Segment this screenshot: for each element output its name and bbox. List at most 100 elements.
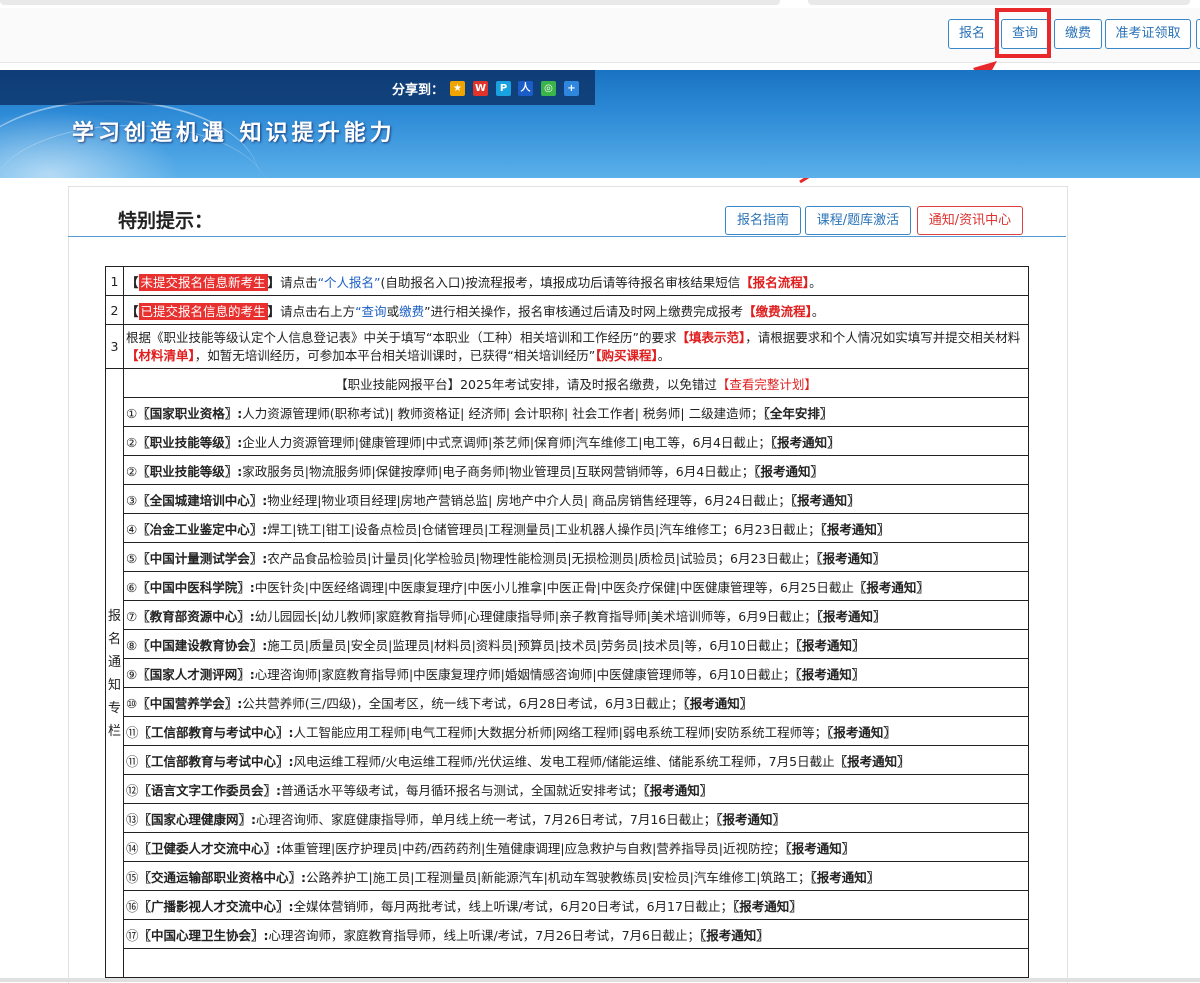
section-link[interactable]: 〖报考通知〗 xyxy=(835,754,910,769)
section-content: ⑭〖卫健委人才交流中心〗:体重管理|医疗护理员|中药/西药药剂|生殖健康调理|应… xyxy=(123,832,1029,862)
wechat-share-icon[interactable]: ◎ xyxy=(541,81,556,96)
section-content: ⑬〖国家心理健康网〗:心理咨询师、家庭健康指导师，单月线上统一考试，7月26日考… xyxy=(123,803,1029,833)
personal-registration-link[interactable]: “个人报名” xyxy=(318,275,381,290)
section-org: 〖工信部教育与考试中心〗: xyxy=(138,753,294,769)
section-link[interactable]: 〖报考通知〗 xyxy=(821,522,890,537)
section-link[interactable]: 〖报考通知〗 xyxy=(827,725,896,740)
section-content: ⑩〖中国营养学会〗:公共营养师(三/四级)，全国考区，统一线下考试，6月28日考… xyxy=(123,687,1029,717)
section-row: ⑯〖广播影视人才交流中心〗:全媒体营销师，每月两批考试，线上听课/考试，6月20… xyxy=(106,890,1029,920)
section-link[interactable]: 〖报考通知〗 xyxy=(811,870,880,885)
section-content: ⑦〖教育部资源中心〗:幼儿园园长|幼儿教师|家庭教育指导师|心理健康指导师|亲子… xyxy=(123,600,1029,630)
section-link[interactable]: 〖报考通知〗 xyxy=(733,899,802,914)
section-link[interactable]: 〖报考通知〗 xyxy=(817,609,886,624)
course-activation-button[interactable]: 课程/题库激活 xyxy=(805,206,911,235)
section-row: ⑨〖国家人才测评网〗:心理咨询师|家庭教育指导师|中医康复理疗师|婚姻情感咨询师… xyxy=(106,658,1029,688)
section-org: 〖中国建设教育协会〗: xyxy=(137,637,268,653)
weibo-share-icon[interactable]: W xyxy=(473,81,488,96)
section-row: ⑪〖工信部教育与考试中心〗:风电运维工程师/火电运维工程师/光伏运维、发电工程师… xyxy=(106,745,1029,775)
notice-content: 【已提交报名信息的考生 】请点击右上方“查询或缴费”进行相关操作，报名审核通过后请… xyxy=(123,295,1029,325)
section-text: 心理咨询师、家庭健康指导师，单月线上统一考试，7月26日考试，7月16日截止； xyxy=(256,811,717,827)
section-org: 〖职业技能等级〗: xyxy=(137,434,243,450)
admission-ticket-button[interactable]: 准考证领取 xyxy=(1105,19,1191,49)
notice-content: 【未提交报名信息新考生 】请点击“个人报名”(自助报名入口)按流程报考，填报成功后… xyxy=(123,266,1029,296)
section-link[interactable]: 〖报考通知〗 xyxy=(796,638,865,653)
section-row: ⑮〖交通运输部职业资格中心〗:公路养护工|施工员|工程测量员|新能源汽车|机动车… xyxy=(106,861,1029,891)
section-row: ⑥〖中国中医科学院〗:中医针灸|中医经络调理|中医康复理疗|中医小儿推拿|中医正… xyxy=(106,571,1029,601)
registration-guide-button[interactable]: 报名指南 xyxy=(725,206,801,235)
panel-divider xyxy=(68,236,1066,237)
section-mark: ⑪ xyxy=(126,753,139,769)
section-link[interactable]: 〖报考通知〗 xyxy=(791,493,860,508)
section-link[interactable]: 〖报考通知〗 xyxy=(786,841,855,856)
section-org: 〖冶金工业鉴定中心〗: xyxy=(137,521,268,537)
more-button-partial[interactable] xyxy=(1196,19,1200,49)
section-link[interactable]: 〖报考通知〗 xyxy=(795,667,864,682)
panel-title: 特别提示： xyxy=(118,210,214,232)
section-mark: ④ xyxy=(126,521,138,537)
section-content: ⑨〖国家人才测评网〗:心理咨询师|家庭教育指导师|中医康复理疗师|婚姻情感咨询师… xyxy=(123,658,1029,688)
section-mark: ③ xyxy=(126,492,138,508)
section-row: ⑰〖中国心理卫生协会〗:心理咨询师，家庭教育指导师，线上听课/考试，7月26日考… xyxy=(106,919,1029,949)
section-link[interactable]: 〖报考通知〗 xyxy=(754,464,823,479)
section-org: 〖中国营养学会〗: xyxy=(137,695,243,711)
section-link[interactable]: 〖报考通知〗 xyxy=(854,580,929,595)
pengyou-share-icon[interactable]: P xyxy=(496,81,511,96)
section-mark: ⑨ xyxy=(126,666,138,682)
renren-share-icon[interactable]: 人 xyxy=(518,81,533,96)
section-row: ④〖冶金工业鉴定中心〗:焊工|铣工|钳工|设备点检员|仓储管理员|工程测量员|工… xyxy=(106,513,1029,543)
section-link[interactable]: 〖报考通知〗 xyxy=(644,783,713,798)
section-row-empty xyxy=(106,948,1029,978)
notice-number: 2 xyxy=(104,295,125,325)
more-share-icon[interactable]: + xyxy=(564,81,579,96)
section-org: 〖国家职业资格〗: xyxy=(137,405,243,421)
news-center-button[interactable]: 通知/资讯中心 xyxy=(917,206,1023,235)
payment-link[interactable]: 缴费 xyxy=(399,304,424,319)
section-mark: ⑪ xyxy=(126,724,139,740)
section-org: 〖广播影视人才交流中心〗: xyxy=(138,898,294,914)
notice-text: 。 xyxy=(809,274,822,290)
section-row: ②〖职业技能等级〗:企业人力资源管理师|健康管理师|中式烹调师|茶艺师|保育师|… xyxy=(106,426,1029,456)
notice-text: 或 xyxy=(386,303,400,319)
share-label: 分享到： xyxy=(392,83,445,98)
sidebar-label: 报 名 通 知 专 栏 xyxy=(104,368,125,978)
section-mark: ⑭ xyxy=(126,840,139,856)
payment-button[interactable]: 缴费 xyxy=(1054,19,1102,49)
payment-process-link[interactable]: 【缴费流程】 xyxy=(743,304,812,319)
notice-text: 请点击 xyxy=(280,274,318,290)
section-mark: ⑩ xyxy=(126,695,138,711)
section-row: ⑧〖中国建设教育协会〗:施工员|质量员|安全员|监理员|材料员|资料员|预算员|… xyxy=(106,629,1029,659)
form-example-link[interactable]: 【填表示范】 xyxy=(676,330,745,345)
section-text: 体重管理|医疗护理员|中药/西药药剂|生殖健康调理|应急救护与自救|营养指导员|… xyxy=(281,840,786,856)
section-text: 物业经理|物业项目经理|房地产营销总监| 房地产中介人员| 商品房销售经理等，6… xyxy=(267,492,791,508)
section-content: ⑪〖工信部教育与考试中心〗:风电运维工程师/火电运维工程师/光伏运维、发电工程师… xyxy=(123,745,1029,775)
notice-text: 。 xyxy=(811,303,825,319)
section-text: 心理咨询师|家庭教育指导师|中医康复理疗师|婚姻情感咨询师|中医健康管理师等，6… xyxy=(254,666,796,682)
section-text: 焊工|铣工|钳工|设备点检员|仓储管理员|工程测量员|工业机器人操作员|汽车维修… xyxy=(267,521,821,537)
section-row: ⑩〖中国营养学会〗:公共营养师(三/四级)，全国考区，统一线下考试，6月28日考… xyxy=(106,687,1029,717)
query-link[interactable]: “查询 xyxy=(355,304,386,319)
section-mark: ⑯ xyxy=(126,898,139,914)
section-content: ②〖职业技能等级〗:家政服务员|物流服务师|保健按摩师|电子商务师|物业管理员|… xyxy=(123,455,1029,485)
materials-list-link[interactable]: 【材料清单】 xyxy=(126,348,195,363)
section-link[interactable]: 〖报考通知〗 xyxy=(771,435,840,450)
notice-text: ，如暂无培训经历，可参加本平台相关培训课时，已获得“相关培训经历” xyxy=(194,347,596,363)
sidebar-char: 报 xyxy=(108,609,122,624)
section-mark: ⑥ xyxy=(126,579,138,595)
section-content: ⑤〖中国计量测试学会〗:农产品食品检验员|计量员|化学检验员|物理性能检测员|无… xyxy=(123,542,1029,572)
section-link[interactable]: 〖全年安排〗 xyxy=(764,406,833,421)
full-plan-link[interactable]: 【查看完整计划】 xyxy=(717,377,817,392)
section-link[interactable]: 〖报考通知〗 xyxy=(816,551,885,566)
registration-process-link[interactable]: 【报名流程】 xyxy=(740,275,809,290)
section-mark: ⑬ xyxy=(126,811,139,827)
section-mark: ② xyxy=(126,463,138,479)
section-row: ③〖全国城建培训中心〗:物业经理|物业项目经理|房地产营销总监| 房地产中介人员… xyxy=(106,484,1029,514)
bracket-open: 【 xyxy=(126,274,139,290)
section-link[interactable]: 〖报考通知〗 xyxy=(683,696,752,711)
submitted-candidate-tag: 已提交报名信息的考生 xyxy=(138,302,268,320)
buy-course-link[interactable]: 【购买课程】 xyxy=(595,348,658,363)
sidebar-char: 通 xyxy=(108,655,122,670)
section-row: ⑪〖工信部教育与考试中心〗:人工智能应用工程师|电气工程师|大数据分析师|网络工… xyxy=(106,716,1029,746)
section-link[interactable]: 〖报考通知〗 xyxy=(716,812,785,827)
qzone-share-icon[interactable]: ★ xyxy=(450,81,465,96)
section-link[interactable]: 〖报考通知〗 xyxy=(700,928,769,943)
